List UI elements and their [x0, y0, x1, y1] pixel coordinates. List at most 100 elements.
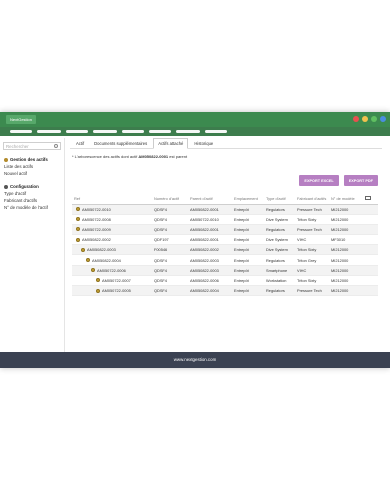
- cell-location: Entrepôt: [232, 254, 264, 266]
- asset-icon: [76, 227, 80, 232]
- cell-maker: Triton Sixty: [295, 214, 329, 225]
- table-row[interactable]: AM050722-0006 QDSF4 AM050822-0003 Entrepôt S…: [72, 265, 378, 276]
- table-row[interactable]: AM050722-0005 QDSF4 AM050822-0004 Entrepôt R…: [72, 285, 378, 297]
- nav-item[interactable]: [93, 130, 117, 133]
- column-header-type[interactable]: Type d'actif: [264, 193, 295, 205]
- table-row[interactable]: AM050822-0002 QDF197 AM050822-0001 Entrepôt…: [72, 234, 378, 246]
- cell-ref[interactable]: AM050822-0004: [72, 254, 152, 266]
- column-header-location[interactable]: Emplacement: [232, 193, 264, 205]
- tab-bar: Actif Documents supplémentaires Actifs a…: [70, 138, 382, 149]
- cell-type: Workstation: [264, 275, 295, 287]
- window-control-dot[interactable]: [371, 116, 377, 122]
- nav-item[interactable]: [10, 130, 32, 133]
- nav-item[interactable]: [66, 130, 88, 133]
- asset-ref-link[interactable]: AM050822-0003: [87, 247, 116, 252]
- cell-type: Regulators: [264, 285, 295, 297]
- sidebar-item-asset-list[interactable]: Liste des actifs: [0, 163, 64, 170]
- cell-model: MI212000: [329, 254, 363, 266]
- nav-item[interactable]: [122, 130, 144, 133]
- asset-ref-link[interactable]: AM050722-0009: [82, 227, 111, 232]
- table-row[interactable]: AM050722-0008 QDSF4 AM050722-0010 Entrepôt D…: [72, 214, 378, 225]
- table-row[interactable]: AM050822-0003 F00546 AM050822-0002 Entrepôt…: [72, 244, 378, 256]
- cell-ref[interactable]: AM050722-0006: [72, 265, 152, 276]
- asset-icon: [76, 207, 80, 212]
- cell-number: QDSF4: [152, 254, 188, 266]
- table-row[interactable]: AM050722-0010 QDSF4 AM050822-0001 Entrepôt R…: [72, 204, 378, 215]
- cell-model: MF3010: [329, 234, 363, 246]
- sidebar-section-assets[interactable]: Gestion des actifs: [0, 156, 64, 163]
- window-control-dot[interactable]: [380, 116, 386, 122]
- cell-model: MI212000: [329, 275, 363, 287]
- column-header-model[interactable]: N° de modèle: [329, 193, 363, 205]
- asset-ref-link[interactable]: AM050722-0007: [102, 278, 131, 283]
- asset-ref-link[interactable]: AM050722-0005: [102, 288, 131, 293]
- tab-history[interactable]: Historique: [190, 139, 217, 148]
- tab-asset[interactable]: Actif: [72, 139, 88, 148]
- sidebar-section-title: Gestion des actifs: [10, 157, 48, 162]
- cell-ref[interactable]: AM050722-0005: [72, 285, 152, 297]
- asset-icon: [96, 278, 100, 283]
- cell-number: QDSF4: [152, 214, 188, 225]
- table-row[interactable]: AM050722-0009 QDSF4 AM050822-0001 Entrepôt R…: [72, 224, 378, 236]
- cell-location: Entrepôt: [232, 224, 264, 236]
- export-pdf-button[interactable]: EXPORT PDF: [343, 175, 378, 186]
- cell-maker: Pressure Tech: [295, 285, 329, 297]
- sidebar-item-model-number[interactable]: N° de modèle de l'actif: [0, 204, 64, 211]
- window-control-dot[interactable]: [362, 116, 368, 122]
- cell-number: QDSF4: [152, 275, 188, 287]
- window-controls: [353, 116, 386, 122]
- tab-attached-assets[interactable]: Actifs attaché: [153, 138, 189, 149]
- cell-number: QDSF4: [152, 204, 188, 215]
- columns-icon[interactable]: [365, 195, 371, 200]
- nav-item[interactable]: [149, 130, 171, 133]
- column-header-number[interactable]: Numéro d'actif: [152, 193, 188, 205]
- sidebar-section-configuration[interactable]: Configuration: [0, 183, 64, 190]
- cell-ref[interactable]: AM050722-0008: [72, 214, 152, 225]
- nav-item[interactable]: [205, 130, 227, 133]
- cell-ref[interactable]: AM050722-0007: [72, 275, 152, 287]
- sidebar-item-new-asset[interactable]: Nouvel actif: [0, 170, 64, 177]
- asset-ref-link[interactable]: AM050722-0008: [82, 217, 111, 222]
- cell-location: Entrepôt: [232, 285, 264, 297]
- search-input[interactable]: Rechercher: [3, 142, 61, 150]
- nav-item[interactable]: [176, 130, 200, 133]
- asset-ref-link[interactable]: AM050722-0006: [97, 268, 126, 273]
- search-icon[interactable]: [54, 144, 58, 148]
- cell-ref[interactable]: AM050822-0003: [72, 244, 152, 256]
- asset-ref-link[interactable]: AM050822-0004: [92, 258, 121, 263]
- nav-item[interactable]: [37, 130, 61, 133]
- attached-assets-table: Ref Numéro d'actif Parent d'actif Emplac…: [72, 193, 378, 297]
- cell-model: MI212000: [329, 214, 363, 225]
- table-row[interactable]: AM050722-0007 QDSF4 AM050822-0006 Entrepôt W…: [72, 275, 378, 287]
- column-header-maker[interactable]: Fabricant d'actifs: [295, 193, 329, 205]
- sidebar-item-asset-maker[interactable]: Fabricant d'actifs: [0, 197, 64, 204]
- table-row[interactable]: AM050822-0004 QDSF4 AM050822-0003 Entrepôt R…: [72, 254, 378, 266]
- cell-ref[interactable]: AM050822-0002: [72, 234, 152, 246]
- footer[interactable]: www.nextgestion.com: [0, 352, 390, 368]
- window-control-dot[interactable]: [353, 116, 359, 122]
- cell-empty: [363, 214, 378, 225]
- cell-ref[interactable]: AM050722-0010: [72, 204, 152, 215]
- cell-empty: [363, 204, 378, 215]
- column-header-ref[interactable]: Ref: [72, 193, 152, 205]
- tab-additional-documents[interactable]: Documents supplémentaires: [90, 139, 151, 148]
- cell-location: Entrepôt: [232, 214, 264, 225]
- asset-icon: [81, 247, 85, 252]
- cell-empty: [363, 275, 378, 287]
- asset-ref-link[interactable]: AM050822-0002: [82, 237, 111, 242]
- column-header-parent[interactable]: Parent d'actif: [188, 193, 232, 205]
- cell-maker: VIHC: [295, 234, 329, 246]
- cell-ref[interactable]: AM050722-0009: [72, 224, 152, 236]
- column-selector[interactable]: [363, 193, 378, 205]
- cell-number: F00546: [152, 244, 188, 256]
- export-excel-button[interactable]: EXPORT EXCEL: [299, 175, 339, 186]
- cell-model: MI212000: [329, 224, 363, 236]
- cell-empty: [363, 285, 378, 297]
- asset-ref-link[interactable]: AM050722-0010: [82, 207, 111, 212]
- cell-maker: Triton Grey: [295, 254, 329, 266]
- app-logo[interactable]: NextGestion: [6, 115, 37, 124]
- title-bar: NextGestion: [0, 112, 390, 127]
- sidebar-item-asset-type[interactable]: Type d'actif: [0, 190, 64, 197]
- cell-parent: AM050722-0010: [188, 214, 232, 225]
- cell-type: Smartphone: [264, 265, 295, 276]
